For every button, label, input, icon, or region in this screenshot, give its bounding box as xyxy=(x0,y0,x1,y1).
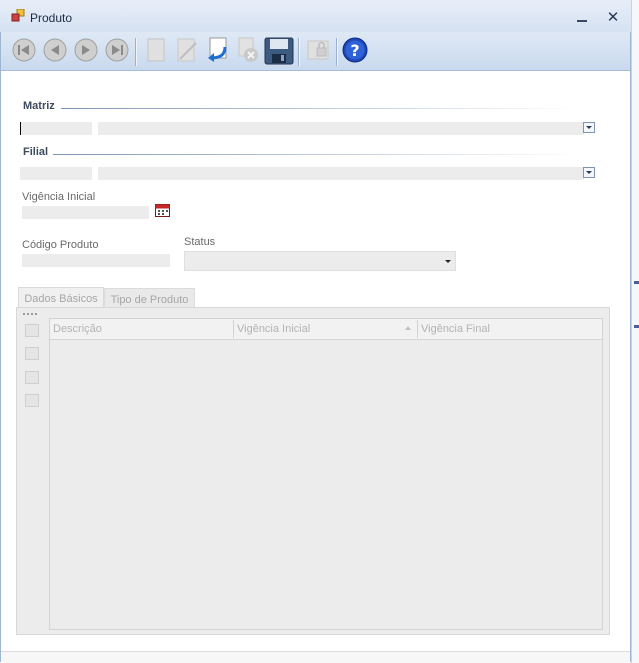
edit-button[interactable] xyxy=(174,37,200,63)
chevron-down-icon xyxy=(445,260,451,263)
next-icon xyxy=(74,38,98,62)
sort-ascending-icon xyxy=(405,326,411,330)
filial-divider xyxy=(53,154,581,155)
matriz-dropdown-button[interactable] xyxy=(583,122,595,133)
codigo-produto-label: Código Produto xyxy=(22,239,99,251)
window-title: Produto xyxy=(30,11,73,25)
close-button[interactable]: ✕ xyxy=(604,9,622,27)
matriz-divider xyxy=(61,108,581,109)
status-label: Status xyxy=(184,236,216,248)
matriz-label: Matriz xyxy=(23,100,55,112)
tab-dados-basicos[interactable]: Dados Básicos xyxy=(18,287,104,307)
previous-record-button[interactable] xyxy=(42,37,68,63)
toolbar-separator xyxy=(298,38,300,66)
edit-row-icon[interactable] xyxy=(25,347,39,360)
minimize-button[interactable] xyxy=(574,12,590,26)
filial-code-field[interactable] xyxy=(20,167,92,180)
filial-name-field[interactable] xyxy=(98,167,584,180)
codigo-produto-field[interactable] xyxy=(22,254,170,267)
tab-label: Dados Básicos xyxy=(24,293,98,305)
title-bar xyxy=(0,0,631,32)
column-separator xyxy=(417,320,418,338)
vigencia-inicial-field[interactable] xyxy=(22,206,149,219)
edge-marker xyxy=(634,281,639,284)
last-icon xyxy=(105,38,129,62)
print-lock-icon xyxy=(307,40,329,60)
help-icon: ? xyxy=(342,37,368,63)
background-window-edge xyxy=(631,0,639,663)
previous-icon xyxy=(43,38,67,62)
column-header-vigencia-final[interactable]: Vigência Final xyxy=(421,323,490,335)
next-record-button[interactable] xyxy=(73,37,99,63)
edit-icon xyxy=(177,38,197,62)
save-button[interactable] xyxy=(264,37,294,65)
toolbar-separator xyxy=(135,38,137,66)
undo-arrow-icon xyxy=(208,37,227,62)
status-bar xyxy=(1,651,630,663)
save-disk-icon xyxy=(264,37,294,65)
matriz-code-field[interactable] xyxy=(20,122,92,135)
new-button[interactable] xyxy=(143,37,169,63)
vigencia-inicial-label: Vigência Inicial xyxy=(22,191,96,203)
column-separator xyxy=(233,320,234,338)
undo-button[interactable] xyxy=(205,37,231,63)
grip-handle[interactable] xyxy=(23,313,37,317)
column-header-descricao[interactable]: Descrição xyxy=(53,323,102,335)
first-record-button[interactable] xyxy=(11,37,37,63)
first-icon xyxy=(12,38,36,62)
filial-label: Filial xyxy=(23,146,49,158)
add-row-icon[interactable] xyxy=(25,324,39,337)
grid-header xyxy=(50,319,602,340)
new-document-icon xyxy=(147,38,165,62)
edge-marker xyxy=(634,325,639,328)
help-button[interactable]: ? xyxy=(342,37,368,63)
calendar-icon[interactable] xyxy=(155,203,170,217)
app-icon xyxy=(11,9,25,22)
print-button[interactable] xyxy=(305,37,331,63)
last-record-button[interactable] xyxy=(104,37,130,63)
list-row-icon[interactable] xyxy=(25,394,39,407)
toolbar-separator xyxy=(336,38,338,66)
tab-label: Tipo de Produto xyxy=(110,294,189,306)
export-row-icon[interactable] xyxy=(25,371,39,384)
status-select[interactable] xyxy=(184,251,456,271)
svg-text:?: ? xyxy=(350,41,359,60)
tab-tipo-de-produto[interactable]: Tipo de Produto xyxy=(104,288,195,308)
data-grid[interactable] xyxy=(49,318,603,630)
matriz-name-field[interactable] xyxy=(98,122,584,135)
column-header-vigencia-inicial[interactable]: Vigência Inicial xyxy=(237,323,310,335)
filial-dropdown-button[interactable] xyxy=(583,167,595,178)
delete-icon xyxy=(238,37,258,62)
delete-button[interactable] xyxy=(236,37,262,63)
